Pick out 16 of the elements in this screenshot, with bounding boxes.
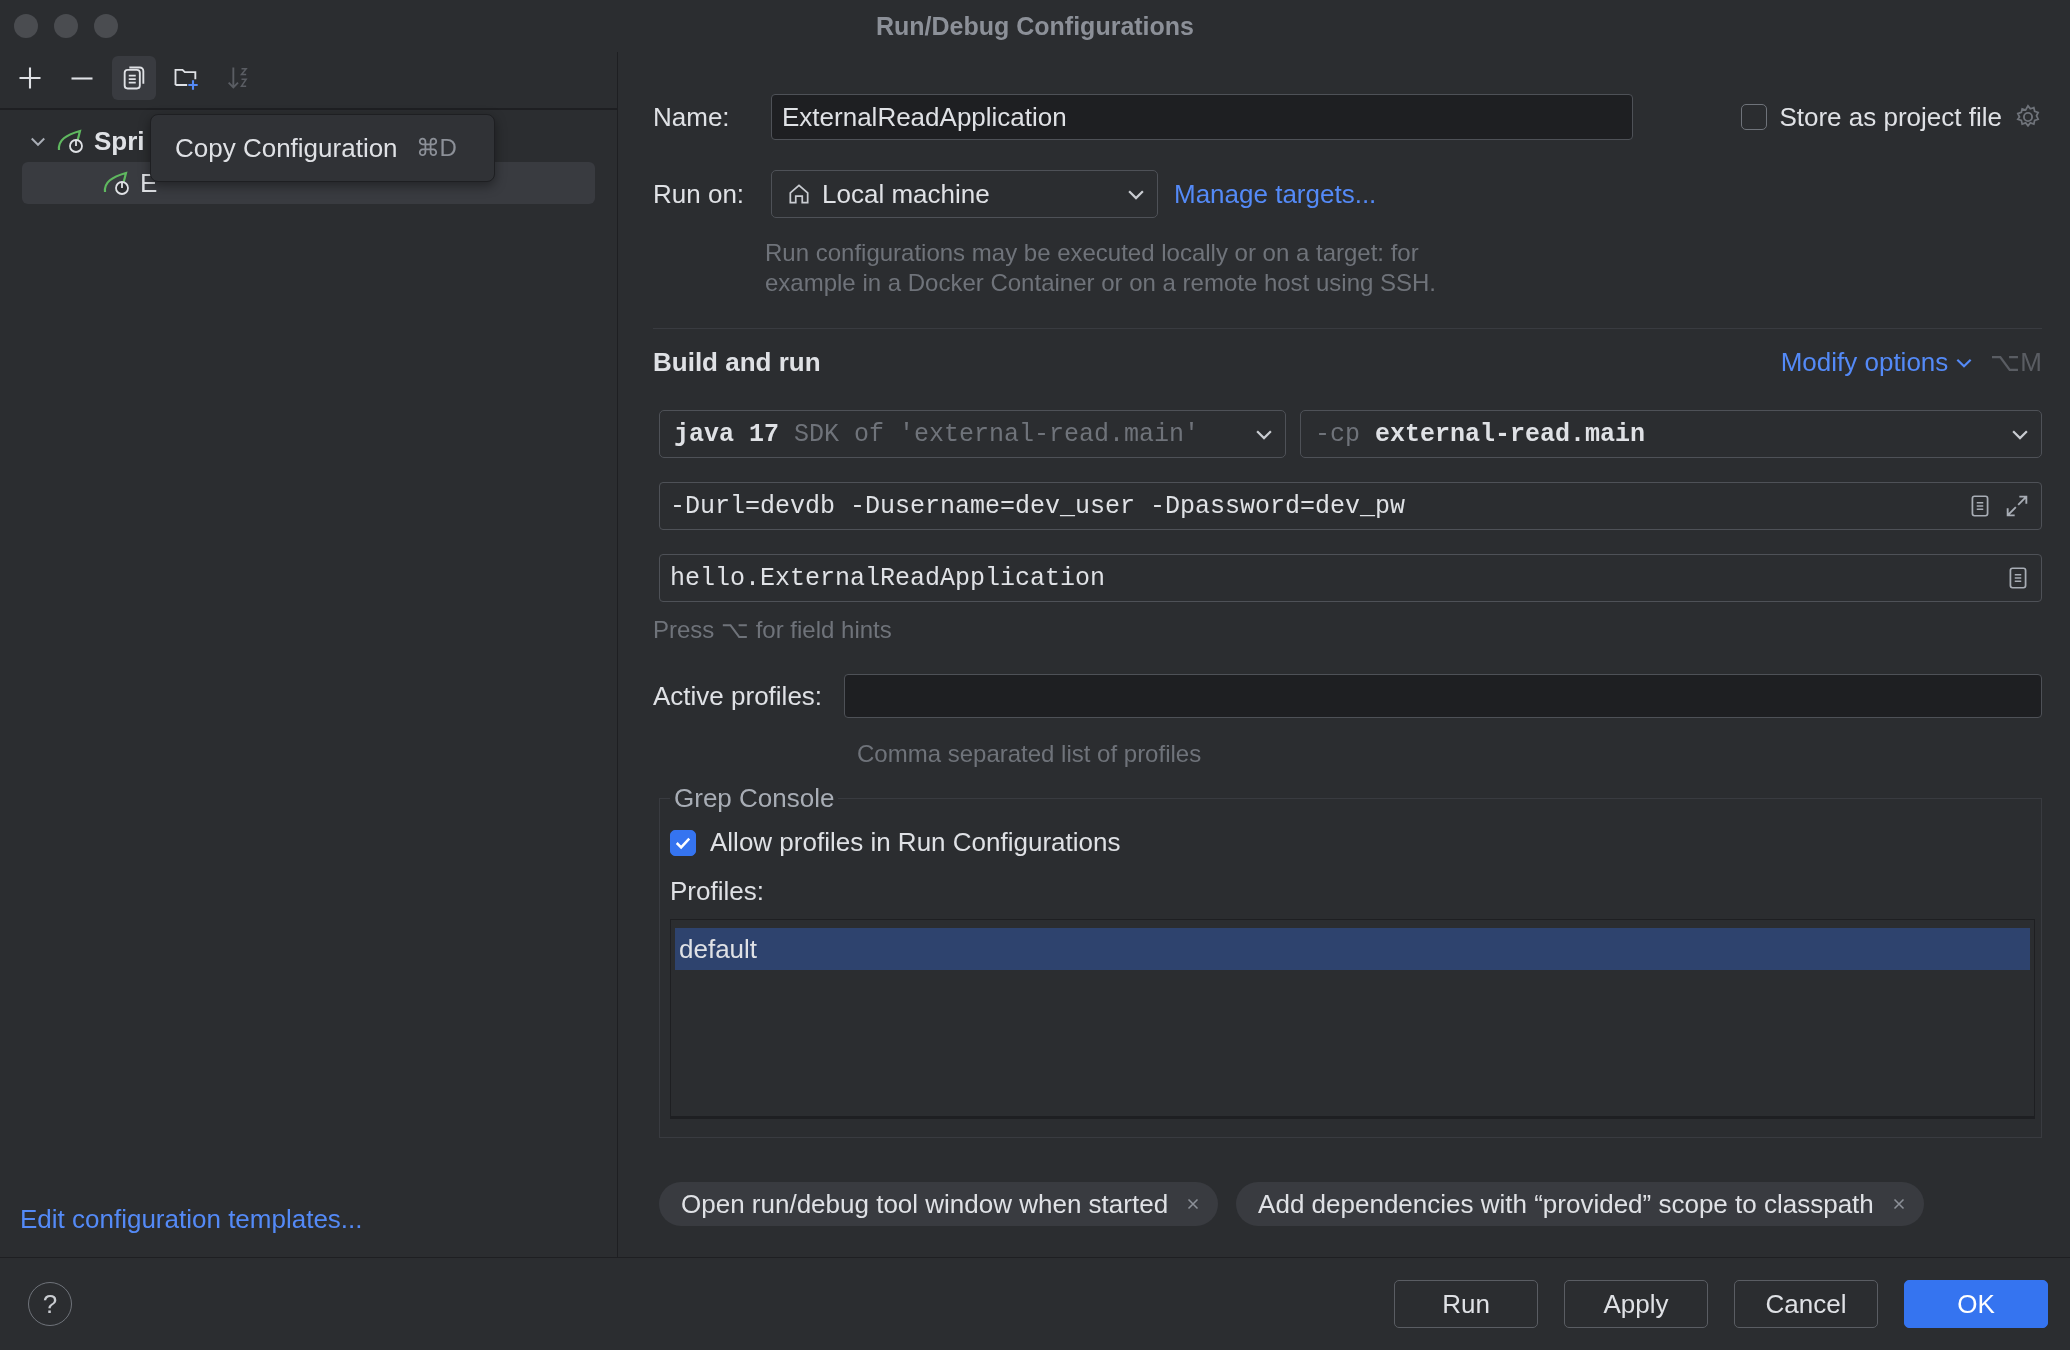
field-hint: Press ⌥ for field hints xyxy=(653,616,893,644)
tooltip-text: Copy Configuration xyxy=(175,132,398,164)
checkbox-label: Allow profiles in Run Configurations xyxy=(710,827,1121,858)
tree-label: Spri xyxy=(94,125,145,157)
run-on-hint: Run configurations may be executed locally or on a target: for example in a Docker Container or on a remote host using SSH. xyxy=(765,238,1437,298)
chip-label: Add dependencies with “provided” scope to classpath xyxy=(1258,1188,1874,1220)
profiles-label: Profiles: xyxy=(670,876,765,907)
section-title: Build and run xyxy=(653,347,821,378)
name-label: Name: xyxy=(653,101,731,133)
run-on-label: Run on: xyxy=(653,178,746,210)
checkbox-label: Store as project file xyxy=(1779,101,2002,133)
chip-label: Open run/debug tool window when started xyxy=(681,1188,1169,1220)
profiles-hint: Comma separated list of profiles xyxy=(857,740,1203,768)
active-profiles-label: Active profiles: xyxy=(653,680,823,712)
shortcut-text: ⌘D xyxy=(415,134,457,162)
window-title: Run/Debug Configurations xyxy=(876,11,1194,41)
